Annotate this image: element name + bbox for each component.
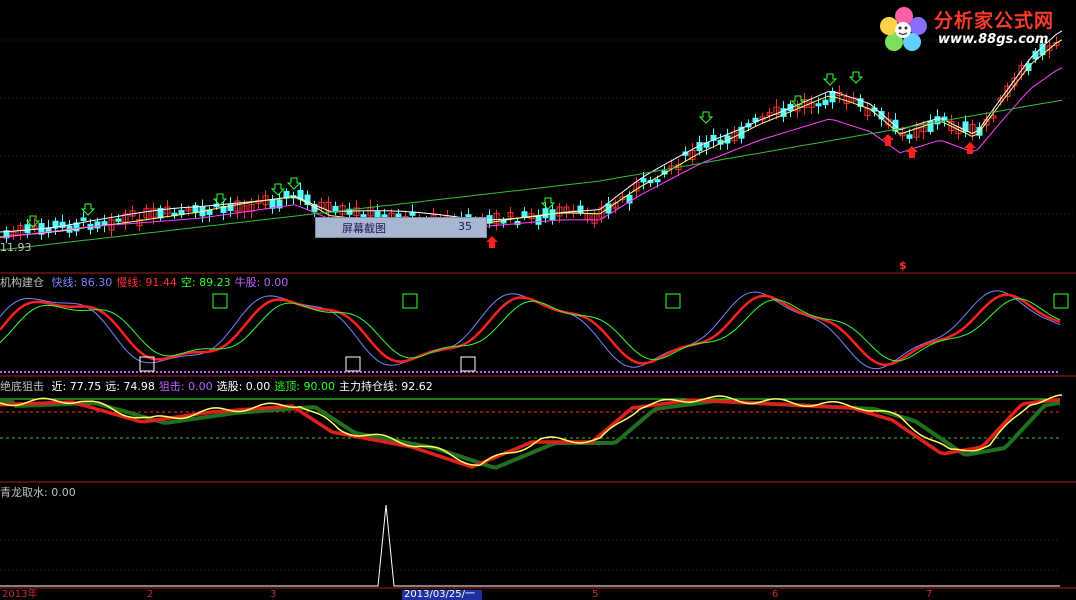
indicator-value: 主力持仓线: 92.62 bbox=[339, 380, 433, 393]
signal-box bbox=[212, 293, 228, 309]
tooltip-label: 屏幕截图 bbox=[342, 222, 386, 235]
price-label: 11.93 bbox=[0, 241, 32, 254]
candle-body bbox=[906, 134, 913, 139]
qinglong-line bbox=[0, 504, 1060, 587]
screenshot-tooltip: 屏幕截图 35 bbox=[315, 217, 487, 238]
down-arrow-icon bbox=[848, 71, 864, 84]
panel-value: : 0.00 bbox=[44, 486, 76, 499]
down-arrow-icon bbox=[822, 73, 838, 86]
candle-body bbox=[94, 221, 101, 229]
panel-name: 青龙取水 bbox=[0, 486, 44, 499]
brand-logo: 分析家公式网 www.88gs.com bbox=[876, 4, 1072, 54]
indicator-value: 逃顶: 90.00 bbox=[274, 380, 336, 393]
candle-body bbox=[535, 215, 542, 225]
empty-line bbox=[0, 298, 1061, 362]
candle-body bbox=[521, 211, 528, 218]
red-thick-line bbox=[0, 398, 1060, 469]
indicator-value: 近: 77.75 bbox=[51, 380, 102, 393]
indicator-value: 快线: 86.30 bbox=[51, 276, 113, 289]
down-arrow-icon bbox=[286, 177, 302, 190]
x-tick: 3 bbox=[270, 589, 277, 600]
indicator-value: 空: 89.23 bbox=[180, 276, 231, 289]
far-line bbox=[0, 399, 1061, 470]
x-tick: 2013年 bbox=[2, 589, 38, 600]
dollar-marker-icon: $ bbox=[899, 259, 907, 272]
candle-body bbox=[374, 211, 381, 218]
candle-body bbox=[549, 209, 556, 221]
up-arrow-icon bbox=[486, 236, 498, 248]
signal-box bbox=[665, 293, 681, 309]
panel-juedi-juji-header: 绝底狙击 近: 77.75 远: 74.98 狙击: 0.00 选股: 0.00 逃顶:… bbox=[0, 380, 437, 394]
candle-body bbox=[934, 116, 941, 125]
candle-body bbox=[24, 224, 31, 234]
flower-logo-icon bbox=[880, 7, 927, 51]
candle-body bbox=[101, 221, 108, 226]
signal-box bbox=[402, 293, 418, 309]
candle-body bbox=[654, 179, 661, 183]
down-arrow-icon bbox=[212, 193, 228, 206]
signal-box bbox=[1053, 293, 1069, 309]
down-arrow-icon bbox=[270, 183, 286, 196]
indicator-value: 慢线: 91.44 bbox=[116, 276, 177, 289]
candle-body bbox=[822, 99, 829, 106]
fast-line bbox=[0, 290, 1061, 370]
panel-name: 机构建仓 bbox=[0, 276, 44, 289]
down-arrow-icon bbox=[698, 111, 714, 124]
brand-url: www.88gs.com bbox=[938, 32, 1049, 47]
panel-qinglong-qushui-header: 青龙取水: 0.00 bbox=[0, 486, 80, 500]
panel-name: 绝底狙击 bbox=[0, 380, 44, 393]
signal-box bbox=[345, 356, 361, 372]
x-tick: 5 bbox=[592, 589, 599, 600]
candle-body bbox=[269, 199, 276, 209]
stock-chart-canvas[interactable] bbox=[0, 0, 1076, 600]
x-tick: 6 bbox=[772, 589, 779, 600]
brand-title: 分析家公式网 bbox=[934, 10, 1055, 32]
date-cursor-label: 2013/03/25/一 bbox=[402, 590, 482, 600]
candle-body bbox=[115, 218, 122, 222]
candle-body bbox=[80, 217, 87, 221]
candle-body bbox=[815, 103, 822, 107]
candle-body bbox=[500, 220, 507, 224]
x-tick: 7 bbox=[926, 589, 933, 600]
up-arrow-icon bbox=[964, 142, 976, 154]
ma-line-green bbox=[0, 99, 1063, 251]
up-arrow-icon bbox=[882, 134, 894, 146]
indicator-value: 牛股: 0.00 bbox=[234, 276, 289, 289]
indicator-value: 选股: 0.00 bbox=[216, 380, 271, 393]
signal-box bbox=[460, 356, 476, 372]
candle-body bbox=[542, 208, 549, 219]
stock-chart-window: 分析家公式网 www.88gs.com 屏幕截图 35 11.93 $ 机构建仓… bbox=[0, 0, 1076, 600]
indicator-value: 狙击: 0.00 bbox=[158, 380, 213, 393]
panel-jigou-jiancang-header: 机构建仓 快线: 86.30 慢线: 91.44 空: 89.23 牛股: 0.00 bbox=[0, 276, 292, 290]
candle-body bbox=[640, 178, 647, 183]
indicator-value: 远: 74.98 bbox=[105, 380, 155, 393]
tooltip-value: 35 bbox=[458, 220, 472, 233]
x-tick: 2 bbox=[147, 589, 154, 600]
